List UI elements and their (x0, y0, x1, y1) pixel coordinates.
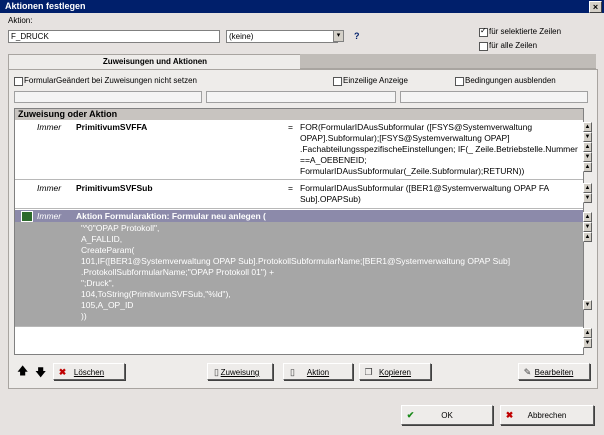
list-row-selected[interactable]: Immer Aktion Formularaktion: Formular ne… (15, 210, 583, 222)
zuweisung-button[interactable]: ▯ Zuweisung (207, 363, 273, 380)
aktion-select[interactable]: (keine) (226, 30, 338, 43)
aktion-button[interactable]: ▯ Aktion (283, 363, 353, 380)
selected-rows-checkbox[interactable] (479, 26, 488, 37)
aktion-label: Aktion: (8, 16, 33, 25)
scroll-up-icon[interactable]: ▲ (583, 183, 592, 193)
bedingungen-checkbox[interactable] (455, 77, 464, 86)
action-title: Aktion Formularaktion: Formular neu anle… (76, 211, 266, 221)
loeschen-button[interactable]: ✖ Löschen (53, 363, 125, 380)
kopieren-label: Kopieren (378, 368, 412, 377)
action-line: )) (81, 311, 87, 321)
filter-field-2[interactable] (206, 91, 396, 103)
ok-button[interactable]: ✔ OK (401, 405, 493, 425)
action-body[interactable]: "^0"OPAP Protokoll", A_FALLID, CreatePar… (15, 222, 583, 327)
row-expression: FOR(FormularIDAusSubformular ([FSYS@Syst… (300, 122, 581, 176)
action-line: 101,IF([BER1@Systemverwaltung OPAP Sub].… (81, 256, 511, 266)
ok-label: OK (441, 411, 453, 420)
row-target: PrimitivumSVFFA (76, 122, 148, 132)
scroll-down-icon[interactable]: ▼ (583, 152, 592, 162)
all-rows-label: für alle Zeilen (489, 41, 538, 50)
bearbeiten-label: Bearbeiten (534, 368, 574, 377)
row-equals: = (288, 183, 293, 193)
filter-field-3[interactable] (400, 91, 588, 103)
selected-rows-label: für selektierte Zeilen (489, 27, 562, 36)
row-condition: Immer (37, 183, 62, 193)
scroll-down-icon[interactable]: ▼ (583, 222, 592, 232)
action-line: 105,A_OP_ID (81, 300, 134, 310)
einzeilig-label: Einzeilige Anzeige (343, 76, 408, 85)
scroll-down-icon[interactable]: ▼ (583, 338, 592, 348)
action-icon (21, 211, 33, 222)
scroll-up-icon[interactable]: ▲ (583, 162, 592, 172)
close-button[interactable]: × (589, 1, 602, 13)
filter-field-1[interactable] (14, 91, 202, 103)
row-expression: FormularIDAusSubformular ([BER1@Systemve… (300, 183, 552, 204)
formular-geaendert-label: FormularGeändert bei Zuweisungen nicht s… (24, 76, 197, 85)
scroll-up-icon[interactable]: ▲ (583, 212, 592, 222)
scroll-up-icon[interactable]: ▲ (583, 328, 592, 338)
action-line: A_FALLID, (81, 234, 123, 244)
aktion-name-field[interactable]: F_DRUCK (8, 30, 220, 43)
action-line: 104,ToString(PrimitivumSVFSub,"%ld"), (81, 289, 231, 299)
action-line: "^0"OPAP Protokoll", (81, 223, 160, 233)
tab-zuweisungen-aktionen[interactable]: Zuweisungen und Aktionen (8, 54, 302, 69)
scroll-down-icon[interactable]: ▼ (583, 300, 592, 310)
abbrechen-button[interactable]: ✖ Abbrechen (500, 405, 594, 425)
action-line: .ProtokollSubformularName;"OPAP Protokol… (81, 267, 275, 277)
help-icon[interactable]: ? (354, 31, 360, 41)
tab-strip (300, 54, 596, 69)
assignment-list[interactable]: Zuweisung oder Aktion Immer PrimitivumSV… (14, 108, 584, 355)
list-header: Zuweisung oder Aktion (15, 109, 583, 120)
move-up-icon[interactable]: 🡅 (17, 362, 28, 381)
action-line: CreateParam( (81, 245, 135, 255)
window-title: Aktionen festlegen (5, 1, 86, 11)
scroll-down-icon[interactable]: ▼ (583, 193, 592, 203)
title-bar: Aktionen festlegen × (0, 0, 604, 13)
scroll-up-icon[interactable]: ▲ (583, 142, 592, 152)
all-rows-checkbox[interactable] (479, 42, 488, 51)
formular-geaendert-checkbox[interactable] (14, 77, 23, 86)
row-target: PrimitivumSVFSub (76, 183, 153, 193)
scroll-down-icon[interactable]: ▼ (583, 132, 592, 142)
bearbeiten-button[interactable]: ✎ Bearbeiten (518, 363, 590, 380)
bedingungen-label: Bedingungen ausblenden (465, 76, 556, 85)
kopieren-button[interactable]: ❐ Kopieren (359, 363, 431, 380)
row-condition: Immer (37, 211, 62, 221)
list-row[interactable]: Immer PrimitivumSVFFA = FOR(FormularIDAu… (15, 120, 583, 180)
zuweisung-label: Zuweisung (220, 368, 260, 377)
chevron-down-icon[interactable]: ▾ (333, 30, 344, 42)
einzeilig-checkbox[interactable] (333, 77, 342, 86)
row-condition: Immer (37, 122, 62, 132)
scroll-up-icon[interactable]: ▲ (583, 122, 592, 132)
scroll-up-icon[interactable]: ▲ (583, 232, 592, 242)
loeschen-label: Löschen (73, 368, 105, 377)
row-equals: = (288, 122, 293, 132)
list-row[interactable]: Immer PrimitivumSVFSub = FormularIDAusSu… (15, 181, 583, 209)
move-down-icon[interactable]: 🡇 (35, 364, 46, 383)
aktion-label-btn: Aktion (306, 368, 330, 377)
action-line: ";Druck", (81, 278, 114, 288)
abbrechen-label: Abbrechen (527, 411, 567, 420)
